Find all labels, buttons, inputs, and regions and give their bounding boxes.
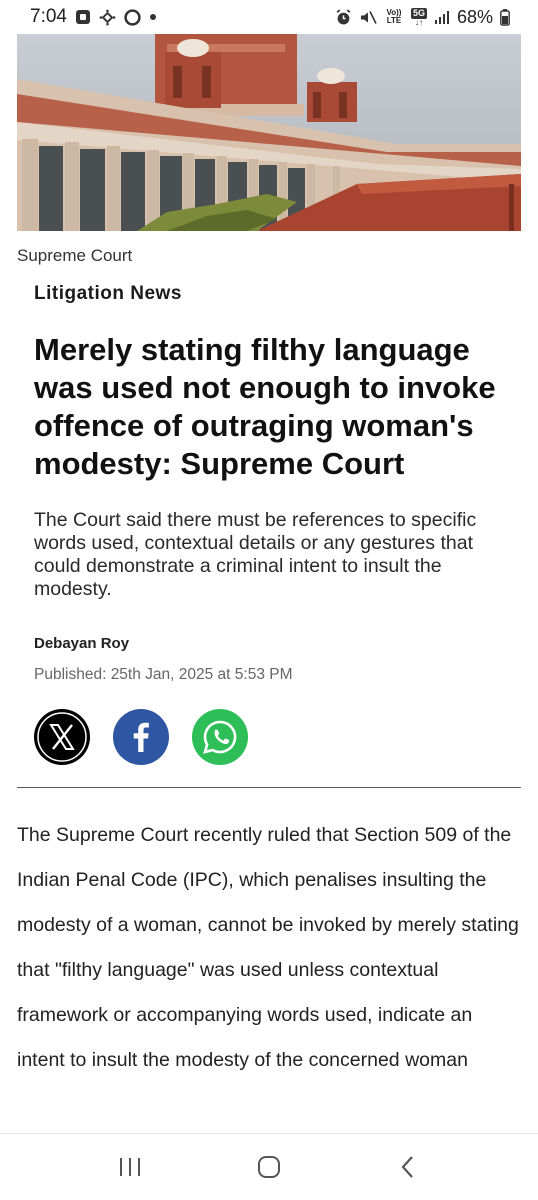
share-whatsapp-button[interactable] xyxy=(192,709,248,765)
article-category[interactable]: Litigation News xyxy=(34,283,182,305)
article-published-date: Published: 25th Jan, 2025 at 5:53 PM xyxy=(34,666,293,683)
recent-apps-button[interactable] xyxy=(100,1142,160,1192)
x-icon xyxy=(35,710,89,764)
circle-app-icon xyxy=(124,8,141,26)
status-time: 7:04 xyxy=(30,6,67,27)
share-buttons xyxy=(34,709,248,765)
mute-icon xyxy=(359,9,377,26)
notification-app-icon xyxy=(75,9,91,25)
home-icon xyxy=(257,1156,280,1178)
hero-image xyxy=(17,34,521,231)
system-nav-bar xyxy=(0,1133,538,1200)
network-5g-icon: 5G ↓↑ xyxy=(410,7,427,27)
data-arrows-icon: ↓↑ xyxy=(414,17,423,27)
article-body-paragraph: The Supreme Court recently ruled that Se… xyxy=(17,824,519,1071)
more-notifications-dot-icon xyxy=(149,13,157,21)
signal-icon xyxy=(434,9,450,25)
article-headline: Merely stating filthy language was used … xyxy=(34,332,496,481)
home-button[interactable] xyxy=(239,1142,299,1192)
alarm-icon xyxy=(335,8,352,26)
status-bar: 7:04 Vo)) LTE 5G ↓↑ 68% xyxy=(0,0,538,34)
status-right: Vo)) LTE 5G ↓↑ 68% xyxy=(335,7,510,28)
network-type-label: 5G xyxy=(410,7,427,19)
share-x-button[interactable] xyxy=(34,709,90,765)
article-summary: The Court said there must be references … xyxy=(34,509,477,600)
facebook-icon xyxy=(133,722,149,752)
back-button[interactable] xyxy=(378,1142,438,1192)
battery-icon xyxy=(500,8,510,26)
recent-apps-icon xyxy=(119,1158,140,1176)
article-author[interactable]: Debayan Roy xyxy=(34,635,129,652)
supreme-court-building-image xyxy=(17,34,521,231)
image-caption: Supreme Court xyxy=(17,246,133,265)
share-facebook-button[interactable] xyxy=(113,709,169,765)
status-left: 7:04 xyxy=(30,6,157,28)
volte-icon: Vo)) LTE xyxy=(386,8,402,25)
binance-icon xyxy=(99,9,116,26)
back-icon xyxy=(401,1156,414,1178)
section-divider xyxy=(17,787,521,788)
whatsapp-icon xyxy=(203,720,237,754)
battery-percent: 68% xyxy=(456,6,493,27)
